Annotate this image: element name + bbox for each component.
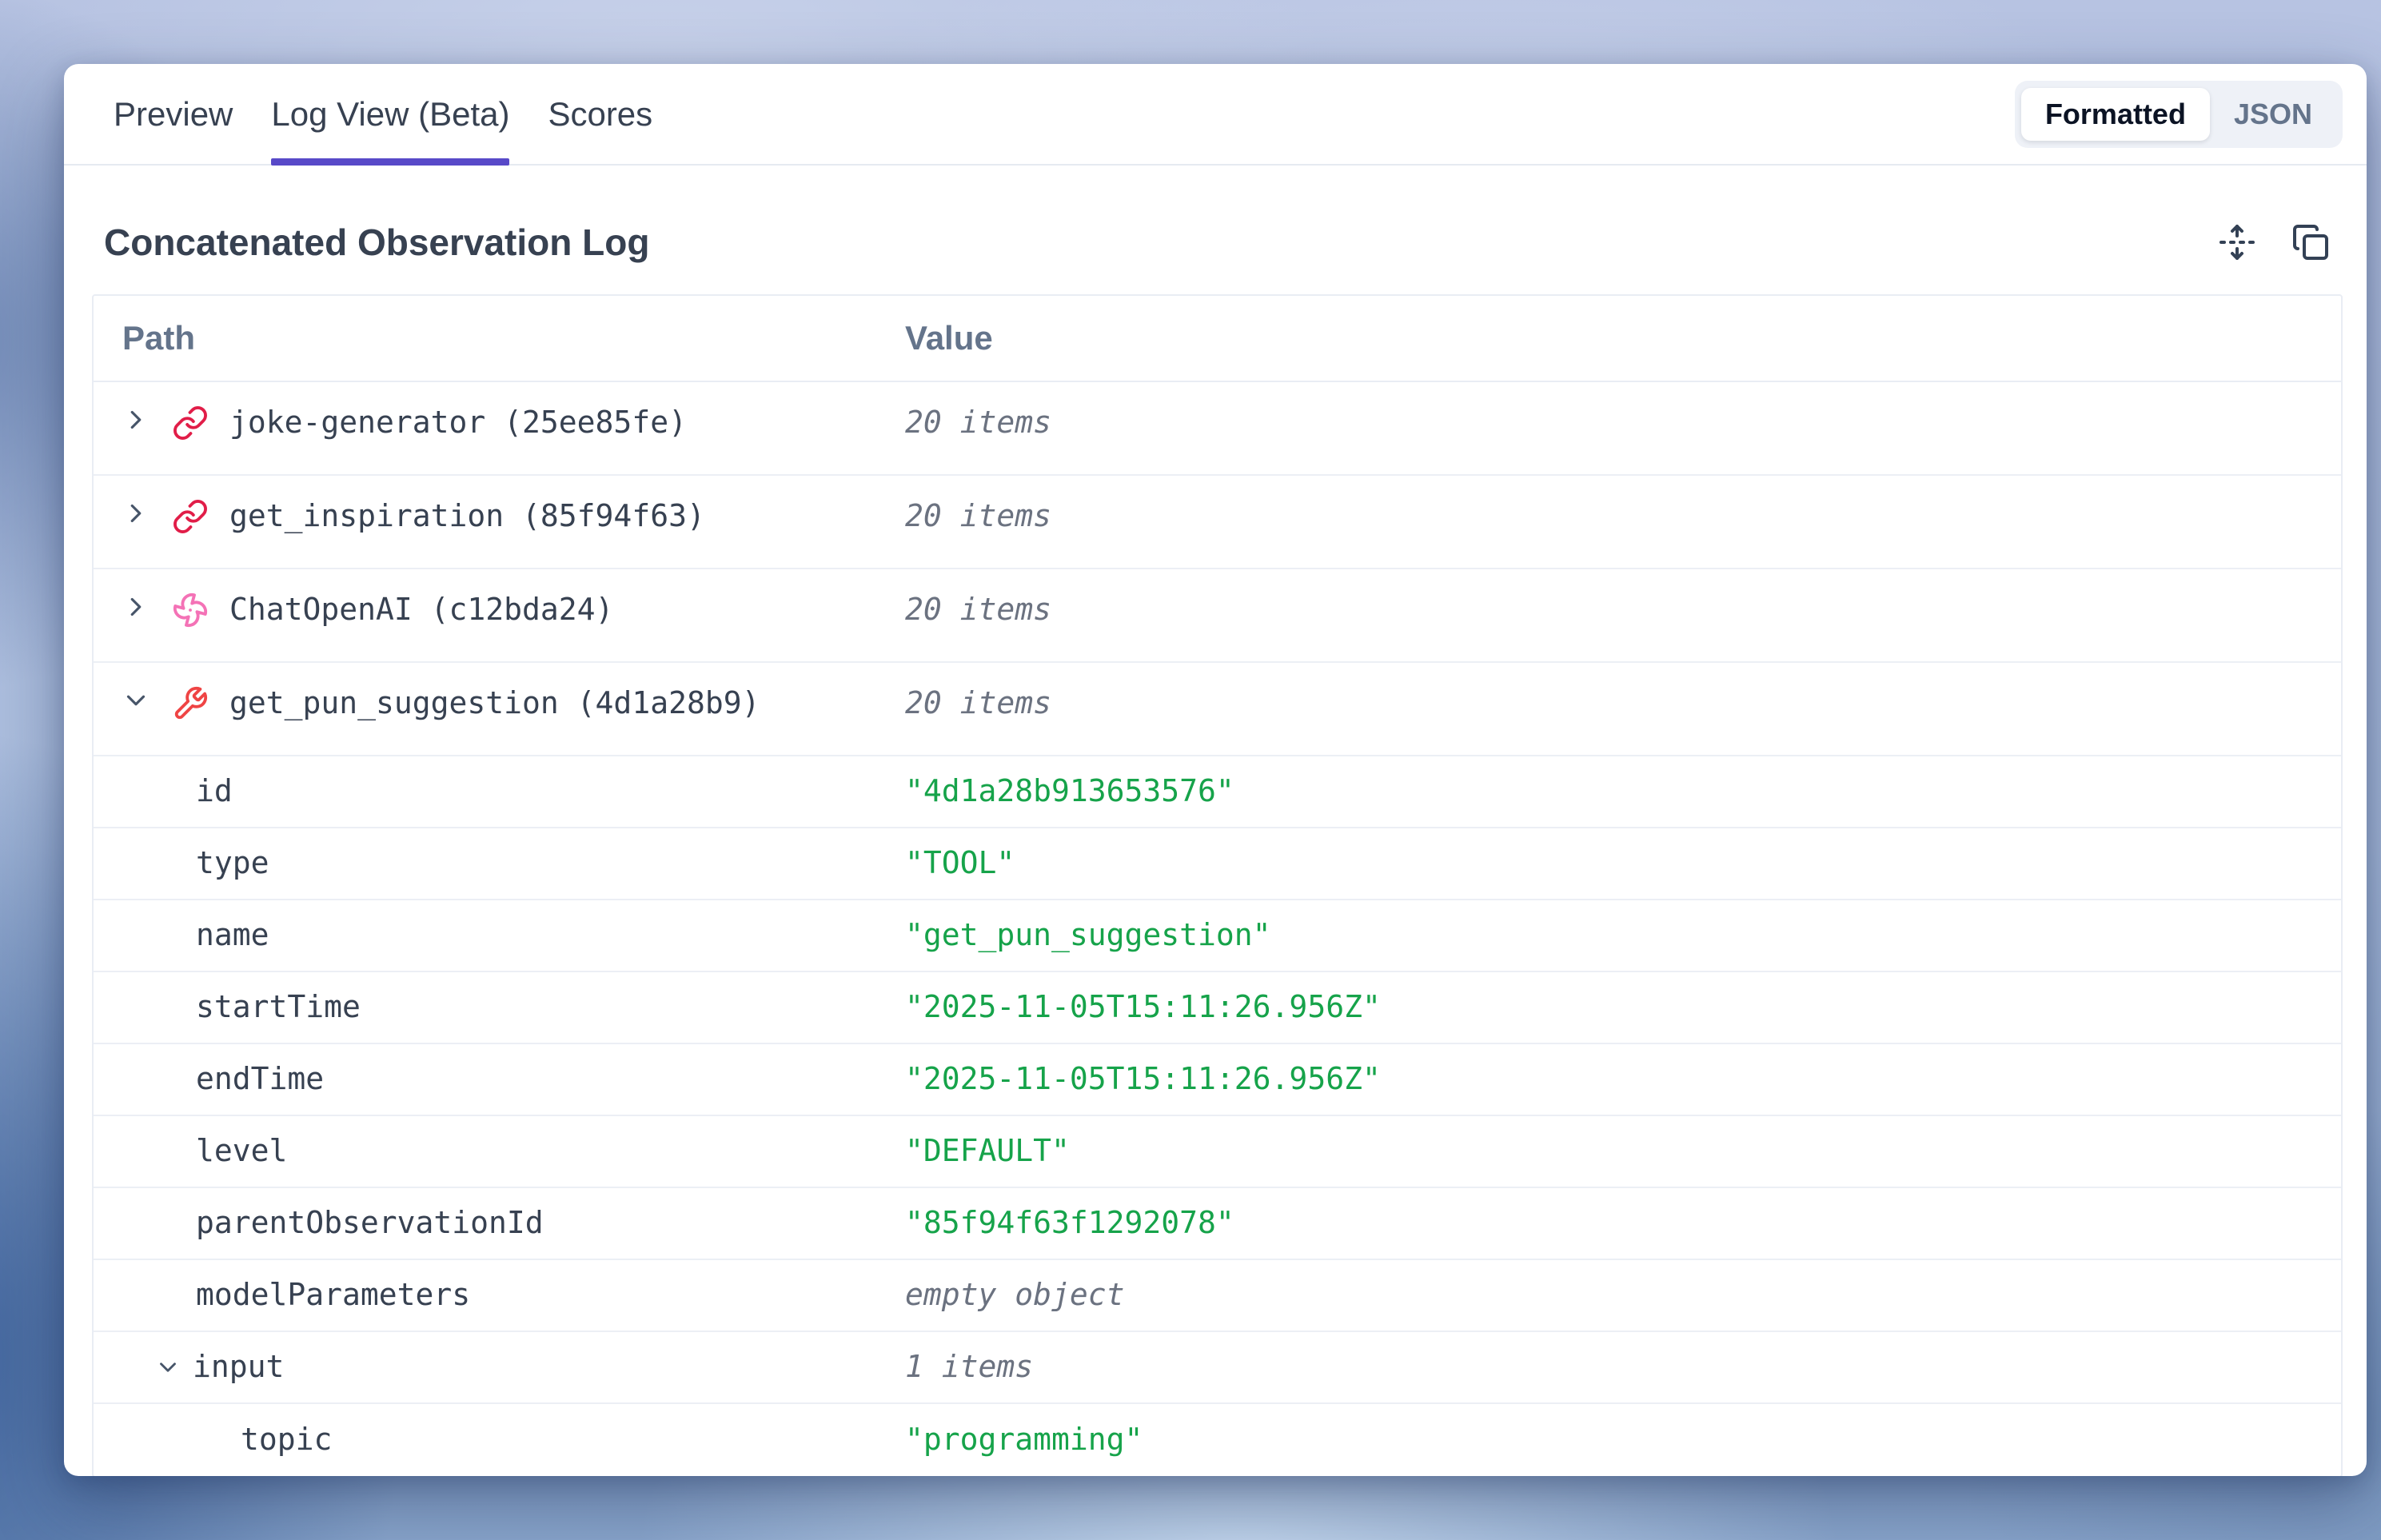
- path-cell: joke-generator (25ee85fe): [94, 382, 905, 474]
- value-cell: "programming": [905, 1404, 2341, 1476]
- tab-preview[interactable]: Preview: [114, 64, 233, 164]
- value-cell: 20 items: [905, 382, 2341, 474]
- link-icon: [172, 498, 209, 535]
- table-header-row: Path Value: [94, 296, 2341, 382]
- column-header-value: Value: [905, 319, 2341, 357]
- path-cell: get_inspiration (85f94f63): [94, 476, 905, 568]
- path-cell: endTime: [94, 1044, 905, 1115]
- path-label: topic: [241, 1422, 332, 1458]
- table-row: name "get_pun_suggestion": [94, 900, 2341, 972]
- value-cell: 1 items: [905, 1332, 2341, 1402]
- value-text: 1 items: [905, 1349, 1033, 1386]
- log-view-panel: Preview Log View (Beta) Scores Formatted…: [64, 64, 2367, 1476]
- value-text: "programming": [905, 1422, 1143, 1458]
- chevron-right-icon[interactable]: [121, 405, 151, 435]
- fan-icon: [172, 592, 209, 628]
- table-row: type "TOOL": [94, 828, 2341, 900]
- value-text: "2025-11-05T15:11:26.956Z": [905, 1061, 1381, 1098]
- path-label: endTime: [196, 1061, 324, 1098]
- value-cell: "TOOL": [905, 828, 2341, 899]
- table-row[interactable]: get_inspiration (85f94f63) 20 items: [94, 476, 2341, 569]
- path-label: name: [196, 917, 269, 954]
- toggle-formatted[interactable]: Formatted: [2021, 88, 2210, 141]
- value-cell: "4d1a28b913653576": [905, 756, 2341, 827]
- chevron-right-icon[interactable]: [121, 592, 151, 622]
- chevron-down-icon[interactable]: [154, 1354, 181, 1381]
- value-cell: "get_pun_suggestion": [905, 900, 2341, 971]
- path-cell: topic: [94, 1404, 905, 1476]
- path-label: ChatOpenAI (c12bda24): [229, 592, 613, 628]
- table-row[interactable]: get_pun_suggestion (4d1a28b9) 20 items: [94, 663, 2341, 756]
- tab-log-view[interactable]: Log View (Beta): [271, 64, 509, 164]
- path-label: modelParameters: [196, 1277, 470, 1314]
- link-icon: [172, 405, 209, 441]
- value-cell: 20 items: [905, 476, 2341, 568]
- table-row[interactable]: ChatOpenAI (c12bda24) 20 items: [94, 569, 2341, 663]
- path-cell: parentObservationId: [94, 1188, 905, 1259]
- path-label: get_inspiration (85f94f63): [229, 498, 705, 535]
- table-row[interactable]: input 1 items: [94, 1332, 2341, 1404]
- value-cell: "2025-11-05T15:11:26.956Z": [905, 972, 2341, 1043]
- path-label: type: [196, 845, 269, 882]
- value-text: 20 items: [905, 592, 1051, 628]
- path-label: input: [193, 1349, 284, 1386]
- unfold-vertical-icon[interactable]: [2216, 221, 2258, 263]
- table-row: parentObservationId "85f94f63f1292078": [94, 1188, 2341, 1260]
- chevron-right-icon[interactable]: [121, 498, 151, 529]
- tab-bar: Preview Log View (Beta) Scores Formatted…: [64, 64, 2367, 166]
- path-cell: level: [94, 1116, 905, 1187]
- value-text: "4d1a28b913653576": [905, 773, 1234, 810]
- value-text: 20 items: [905, 498, 1051, 535]
- path-cell: name: [94, 900, 905, 971]
- value-cell: 20 items: [905, 569, 2341, 661]
- chevron-down-icon[interactable]: [121, 685, 151, 716]
- wrench-icon: [172, 685, 209, 722]
- value-cell: empty object: [905, 1260, 2341, 1331]
- path-cell: startTime: [94, 972, 905, 1043]
- table-row[interactable]: joke-generator (25ee85fe) 20 items: [94, 382, 2341, 476]
- path-label: get_pun_suggestion (4d1a28b9): [229, 685, 760, 722]
- copy-icon[interactable]: [2290, 221, 2331, 263]
- toggle-json[interactable]: JSON: [2210, 88, 2336, 141]
- value-cell: "DEFAULT": [905, 1116, 2341, 1187]
- column-header-path: Path: [94, 319, 905, 357]
- value-text: "85f94f63f1292078": [905, 1205, 1234, 1242]
- path-cell: id: [94, 756, 905, 827]
- value-text: "TOOL": [905, 845, 1015, 882]
- value-cell: "85f94f63f1292078": [905, 1188, 2341, 1259]
- path-label: joke-generator (25ee85fe): [229, 405, 687, 441]
- path-cell: type: [94, 828, 905, 899]
- log-table-body: joke-generator (25ee85fe)20 itemsget_ins…: [94, 382, 2341, 1476]
- table-row: startTime "2025-11-05T15:11:26.956Z": [94, 972, 2341, 1044]
- path-label: parentObservationId: [196, 1205, 544, 1242]
- format-toggle: Formatted JSON: [2015, 81, 2343, 148]
- section-header: Concatenated Observation Log: [64, 166, 2367, 294]
- path-cell: get_pun_suggestion (4d1a28b9): [94, 663, 905, 755]
- page-title: Concatenated Observation Log: [104, 221, 649, 264]
- path-cell: ChatOpenAI (c12bda24): [94, 569, 905, 661]
- tab-scores[interactable]: Scores: [548, 64, 652, 164]
- path-cell: modelParameters: [94, 1260, 905, 1331]
- value-text: 20 items: [905, 405, 1051, 441]
- table-row: id "4d1a28b913653576": [94, 756, 2341, 828]
- value-cell: 20 items: [905, 663, 2341, 755]
- value-text: 20 items: [905, 685, 1051, 722]
- table-row: modelParameters empty object: [94, 1260, 2341, 1332]
- value-cell: "2025-11-05T15:11:26.956Z": [905, 1044, 2341, 1115]
- value-text: empty object: [905, 1277, 1125, 1314]
- table-row: topic "programming": [94, 1404, 2341, 1476]
- table-row: level "DEFAULT": [94, 1116, 2341, 1188]
- observation-log-table: Path Value joke-generator (25ee85fe) 20 i…: [92, 294, 2343, 1476]
- value-text: "get_pun_suggestion": [905, 917, 1271, 954]
- path-cell: input: [94, 1332, 905, 1402]
- value-text: "2025-11-05T15:11:26.956Z": [905, 989, 1381, 1026]
- path-label: startTime: [196, 989, 361, 1026]
- value-text: "DEFAULT": [905, 1133, 1070, 1170]
- path-label: id: [196, 773, 233, 810]
- table-row: endTime "2025-11-05T15:11:26.956Z": [94, 1044, 2341, 1116]
- path-label: level: [196, 1133, 287, 1170]
